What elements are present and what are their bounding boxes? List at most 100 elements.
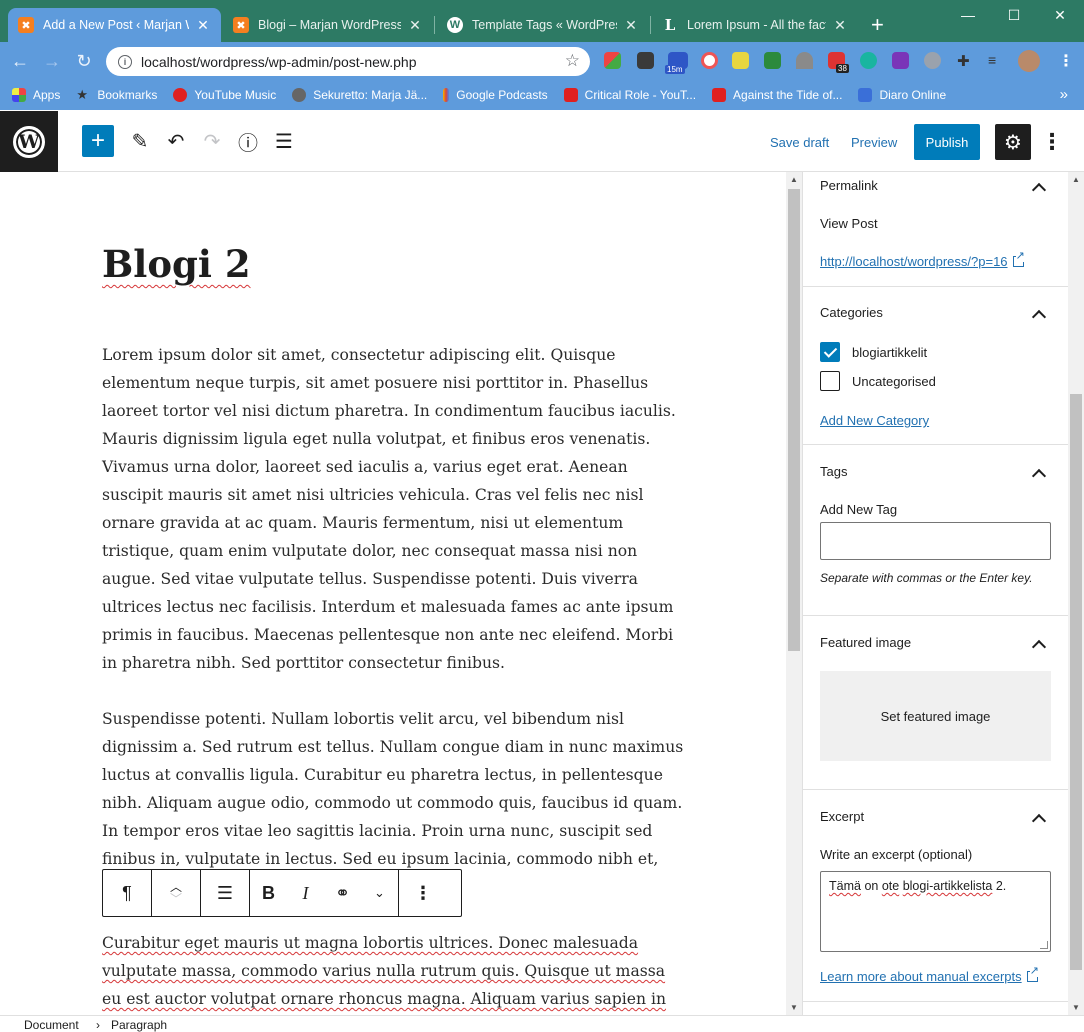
more-bookmarks-icon[interactable]: »: [1060, 86, 1068, 103]
onenote-icon[interactable]: [892, 52, 909, 69]
google-podcasts-icon: [443, 88, 450, 102]
checkmark-extension-icon[interactable]: [764, 52, 781, 69]
extension-icon[interactable]: [637, 52, 654, 69]
close-tab-icon[interactable]: ✕: [195, 17, 211, 34]
resize-handle[interactable]: [1040, 941, 1048, 949]
url-text: localhost/wordpress/wp-admin/post-new.ph…: [141, 53, 417, 70]
site-info-icon[interactable]: i: [118, 54, 132, 69]
panel-title[interactable]: Featured image: [820, 635, 911, 650]
list-view-icon[interactable]: ☰: [270, 127, 298, 155]
save-draft-button[interactable]: Save draft: [770, 135, 829, 150]
set-featured-image-button[interactable]: Set featured image: [820, 671, 1051, 761]
editor-scrollbar[interactable]: ▲ ▼: [786, 172, 802, 1015]
bookmark-item[interactable]: Sekuretto: Marja Jä...: [292, 88, 427, 102]
category-label: Uncategorised: [852, 374, 936, 389]
italic-icon[interactable]: I: [287, 870, 324, 916]
panel-title[interactable]: Categories: [820, 305, 883, 320]
settings-gear-icon[interactable]: ⚙: [995, 124, 1031, 160]
link-icon[interactable]: ⚭: [324, 870, 361, 916]
preview-button[interactable]: Preview: [851, 135, 897, 150]
wordpress-logo[interactable]: W: [0, 111, 58, 172]
close-tab-icon[interactable]: ✕: [407, 17, 423, 34]
count-badge: 38: [836, 64, 849, 73]
bookmark-star-icon[interactable]: ☆: [565, 51, 580, 71]
chevron-up-icon[interactable]: [1031, 810, 1047, 826]
extension-icon[interactable]: [924, 52, 941, 69]
more-formatting-chevron-icon[interactable]: ⌄: [361, 870, 398, 916]
browser-toolbar: ← → ↻ i localhost/wordpress/wp-admin/pos…: [0, 42, 1084, 80]
close-tab-icon[interactable]: ✕: [623, 17, 639, 34]
new-tab-button[interactable]: +: [871, 12, 884, 38]
timer-badge: 15m: [665, 65, 685, 74]
block-toolbar: ¶ ︿ ﹀ ☰ B I ⚭ ⌄ ⋮: [102, 869, 462, 917]
bookmark-item[interactable]: Google Podcasts: [443, 88, 548, 102]
bookmark-item[interactable]: Critical Role - YouT...: [563, 88, 696, 102]
bookmark-item[interactable]: Apps: [12, 88, 60, 102]
post-title[interactable]: Blogi 2: [102, 242, 251, 286]
block-mover[interactable]: ︿ ﹀: [152, 870, 200, 916]
extension-icon[interactable]: [701, 52, 718, 69]
bookmark-item[interactable]: ★ Bookmarks: [76, 88, 157, 103]
wordpress-icon: W: [13, 125, 45, 158]
sidebar-scrollbar[interactable]: ▲ ▼: [1068, 172, 1084, 1015]
panel-title[interactable]: Tags: [820, 464, 847, 479]
address-bar[interactable]: i localhost/wordpress/wp-admin/post-new.…: [106, 47, 590, 76]
breadcrumb-separator: ›: [96, 1018, 100, 1032]
maximize-icon[interactable]: ☐: [991, 0, 1037, 30]
avatar[interactable]: [1018, 50, 1040, 72]
browser-tab[interactable]: ✖ Add a New Post ‹ Marjan W ✕: [8, 8, 221, 42]
breadcrumb-paragraph[interactable]: Paragraph: [111, 1018, 167, 1032]
editor-header: W + ✎ ↶ ↷ ⓘ ☰ Save draft Preview Publish…: [0, 111, 1084, 172]
forward-icon[interactable]: →: [39, 48, 65, 74]
align-left-icon[interactable]: ☰: [201, 870, 249, 916]
learn-more-excerpts-link[interactable]: Learn more about manual excerpts: [820, 966, 1039, 984]
chevron-up-icon[interactable]: [1031, 306, 1047, 322]
permalink-panel: Permalink View Post http://localhost/wor…: [803, 172, 1068, 287]
extension-icon[interactable]: [796, 52, 813, 69]
bookmark-item[interactable]: YouTube Music: [173, 88, 276, 102]
chevron-up-icon[interactable]: [1031, 179, 1047, 195]
category-checkbox[interactable]: [820, 342, 840, 362]
paragraph-block-selected[interactable]: Curabitur eget mauris ut magna lobortis …: [102, 929, 686, 1013]
bookmark-item[interactable]: Diaro Online: [858, 88, 946, 102]
move-down-icon[interactable]: ﹀: [170, 893, 182, 905]
permalink-url-link[interactable]: http://localhost/wordpress/?p=16: [820, 251, 1025, 269]
block-inserter-button[interactable]: +: [82, 125, 114, 157]
reload-icon[interactable]: ↻: [71, 48, 97, 74]
apps-icon: [12, 88, 26, 102]
browser-tab[interactable]: ✖ Blogi – Marjan WordPress ✕: [223, 8, 433, 42]
tag-input[interactable]: [820, 522, 1051, 560]
extension-icon[interactable]: [732, 52, 749, 69]
extension-icon[interactable]: [860, 52, 877, 69]
chevron-up-icon[interactable]: [1031, 465, 1047, 481]
back-icon[interactable]: ←: [7, 48, 33, 74]
details-info-icon[interactable]: ⓘ: [234, 127, 262, 155]
puzzle-icon[interactable]: ✚: [957, 52, 974, 70]
wordpress-icon: W: [447, 17, 463, 33]
publish-button[interactable]: Publish: [914, 124, 980, 160]
bookmark-item[interactable]: Against the Tide of...: [712, 88, 842, 102]
options-menu-icon[interactable]: ⋮: [1041, 129, 1063, 155]
breadcrumb-document[interactable]: Document: [24, 1018, 79, 1032]
add-new-category-link[interactable]: Add New Category: [820, 413, 929, 428]
panel-title[interactable]: Excerpt: [820, 809, 864, 824]
chevron-up-icon[interactable]: [1031, 636, 1047, 652]
extension-icon[interactable]: [604, 52, 621, 69]
bold-icon[interactable]: B: [250, 870, 287, 916]
excerpt-textarea[interactable]: Tämä on ote blogi-artikkelista 2.: [820, 871, 1051, 952]
block-options-icon[interactable]: ⋮: [399, 870, 447, 916]
paragraph-transform-icon[interactable]: ¶: [103, 870, 151, 916]
browser-tab[interactable]: L Lorem Ipsum - All the facts ✕: [652, 8, 858, 42]
redo-icon[interactable]: ↷: [198, 127, 226, 155]
tools-pencil-icon[interactable]: ✎: [126, 127, 154, 155]
paragraph-block[interactable]: Lorem ipsum dolor sit amet, consectetur …: [102, 341, 686, 677]
close-window-icon[interactable]: ✕: [1037, 0, 1083, 30]
undo-icon[interactable]: ↶: [162, 127, 190, 155]
browser-tab[interactable]: W Template Tags « WordPress ✕: [437, 8, 649, 42]
panel-title[interactable]: Permalink: [820, 178, 878, 193]
media-control-icon[interactable]: ≡: [988, 52, 1005, 69]
close-tab-icon[interactable]: ✕: [832, 17, 848, 34]
category-checkbox[interactable]: [820, 371, 840, 391]
minimize-icon[interactable]: —: [945, 0, 991, 30]
browser-menu-icon[interactable]: ⋮: [1058, 51, 1074, 71]
